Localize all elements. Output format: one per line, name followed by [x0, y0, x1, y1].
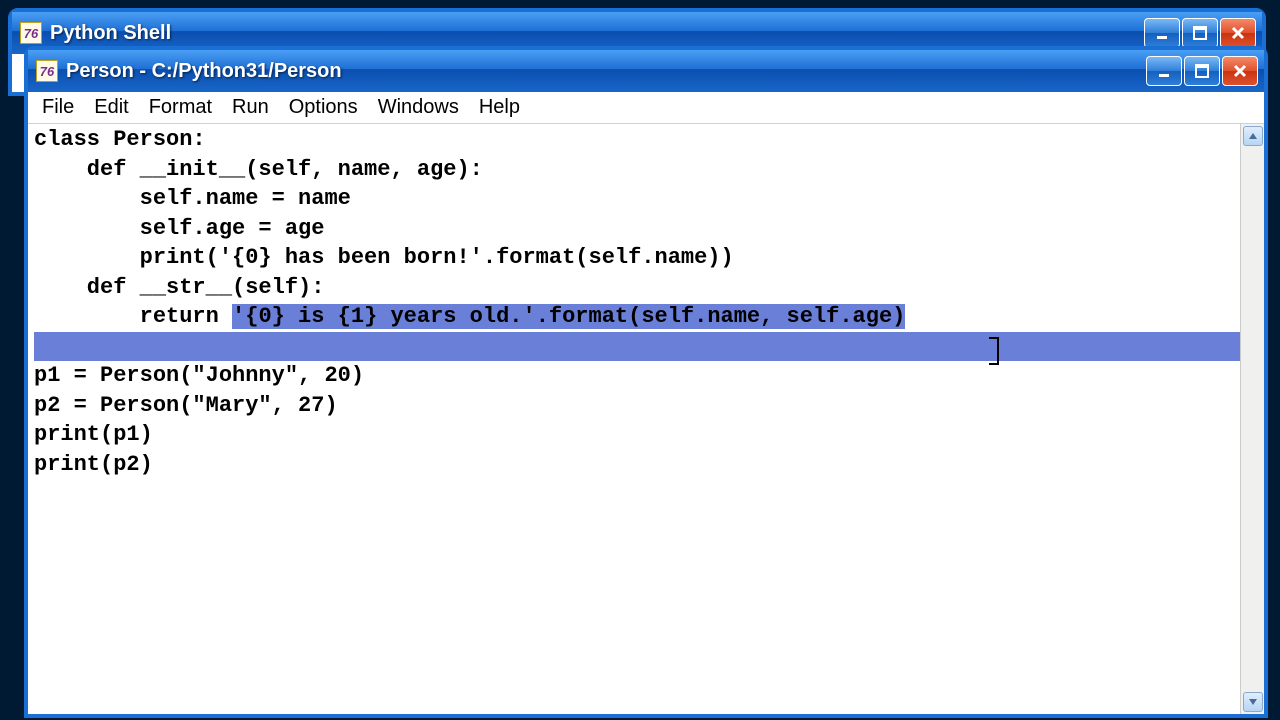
menu-file[interactable]: File: [32, 93, 84, 122]
editor-title: Person - C:/Python31/Person: [66, 60, 1138, 83]
minimize-button[interactable]: [1146, 56, 1182, 86]
code-line: def __init__(self, name, age):: [34, 155, 1240, 185]
code-line: print('{0} has been born!'.format(self.n…: [34, 243, 1240, 273]
shell-title: Python Shell: [50, 22, 1136, 45]
scroll-up-button[interactable]: [1243, 126, 1263, 146]
menu-run[interactable]: Run: [222, 93, 279, 122]
menu-options[interactable]: Options: [279, 93, 368, 122]
app-icon: 76: [36, 60, 58, 82]
code-line: self.name = name: [34, 184, 1240, 214]
text-cursor-icon: [993, 337, 995, 365]
app-icon: 76: [20, 22, 42, 44]
close-button[interactable]: [1222, 56, 1258, 86]
editor-titlebar[interactable]: 76 Person - C:/Python31/Person: [28, 50, 1264, 92]
code-line: self.age = age: [34, 214, 1240, 244]
selection: '{0} is {1} years old.'.format(self.name…: [232, 304, 905, 329]
minimize-button-shell[interactable]: [1144, 18, 1180, 48]
code-line: class Person:: [34, 125, 1240, 155]
scroll-down-button[interactable]: [1243, 692, 1263, 712]
maximize-button-shell[interactable]: [1182, 18, 1218, 48]
menu-edit[interactable]: Edit: [84, 93, 138, 122]
code-line: return '{0} is {1} years old.'.format(se…: [34, 302, 1240, 332]
code-text: return: [34, 304, 232, 329]
code-line: p1 = Person("Johnny", 20): [34, 361, 1240, 391]
maximize-button[interactable]: [1184, 56, 1220, 86]
menu-help[interactable]: Help: [469, 93, 530, 122]
code-editor[interactable]: class Person: def __init__(self, name, a…: [28, 124, 1240, 714]
vertical-scrollbar[interactable]: [1240, 124, 1264, 714]
menu-format[interactable]: Format: [139, 93, 222, 122]
menu-windows[interactable]: Windows: [368, 93, 469, 122]
editor-window: 76 Person - C:/Python31/Person File Edit…: [24, 46, 1268, 718]
menubar: File Edit Format Run Options Windows Hel…: [28, 92, 1264, 124]
selection-line: [34, 332, 1240, 362]
code-line: print(p2): [34, 450, 1240, 480]
code-line: print(p1): [34, 420, 1240, 450]
code-line: def __str__(self):: [34, 273, 1240, 303]
code-line: p2 = Person("Mary", 27): [34, 391, 1240, 421]
close-button-shell[interactable]: [1220, 18, 1256, 48]
